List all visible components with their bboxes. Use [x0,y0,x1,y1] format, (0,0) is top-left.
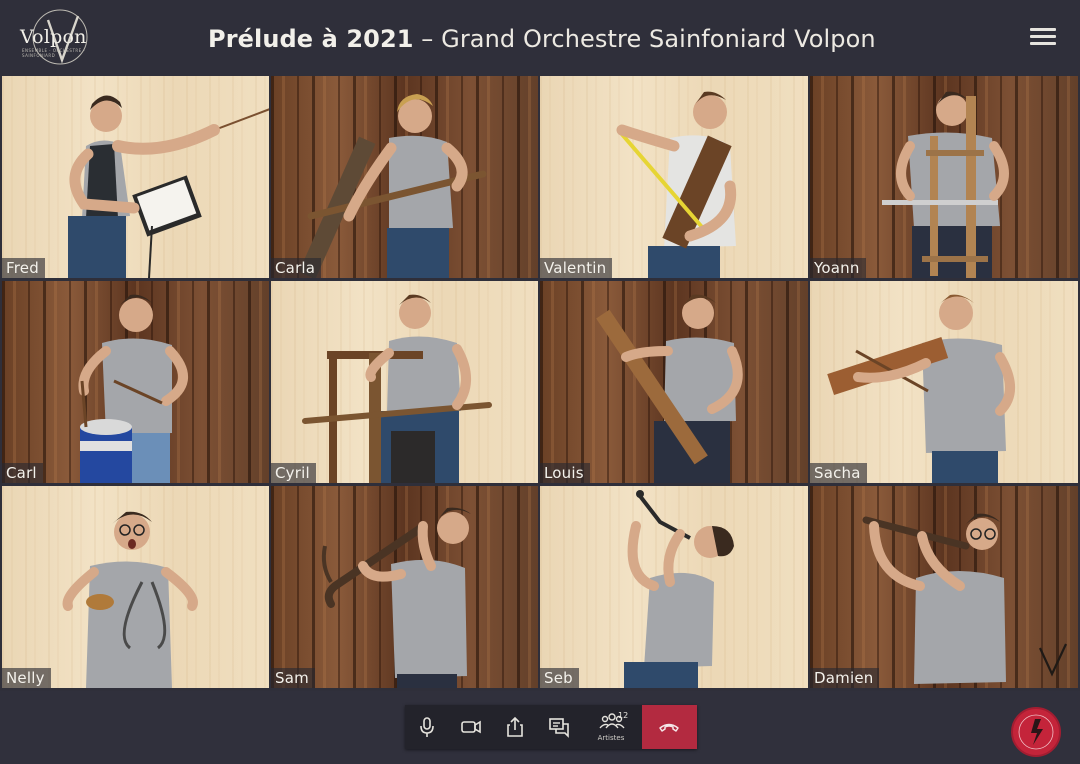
call-controls-toolbar: 12 Artistes [405,705,697,749]
participant-name-label: Louis [540,463,590,483]
participant-video-sacha [827,294,1015,483]
participant-tile-damien[interactable]: Damien [810,486,1078,688]
toggle-camera-button[interactable] [449,705,493,749]
participant-name-label: Cyril [271,463,316,483]
participant-tile-carla[interactable]: Carla [271,76,538,278]
hang-up-icon [659,723,679,732]
brand-seal-badge [1011,707,1061,757]
volpon-v-watermark-icon [1039,643,1067,677]
participant-name-label: Yoann [810,258,866,278]
participant-video-carla [298,94,487,278]
participant-tile-cyril[interactable]: Cyril [271,281,538,483]
page-title: Prélude à 2021 – Grand Orchestre Sainfon… [208,22,876,56]
participant-name-label: Damien [810,668,880,688]
seal-emblem-icon [1018,714,1054,750]
participants-button[interactable]: 12 Artistes [587,705,637,749]
logo-subtitle: ENSEMBLE · ORCHESTRE · SAINFONIARD [22,48,86,58]
microphone-icon [420,717,434,737]
participant-name-label: Sam [271,668,315,688]
participant-tile-sacha[interactable]: Sacha [810,281,1078,483]
participant-video-louis [596,294,743,483]
share-icon [507,716,523,737]
participant-video-valentin [616,91,737,278]
participant-name-label: Carl [2,463,43,483]
chat-icon [549,718,569,738]
participants-count-badge: 12 [618,711,629,720]
header-bar: Volpon ENSEMBLE · ORCHESTRE · SAINFONIAR… [0,0,1080,74]
participant-grid: Fred Carla Valentin Yoann Carl Cyril Lou… [0,74,1080,691]
participants-label: Artistes [597,734,625,742]
participant-tile-fred[interactable]: Fred [2,76,269,278]
participant-name-label: Carla [271,258,322,278]
logo-text: Volpon [20,26,87,48]
participant-tile-nelly[interactable]: Nelly [2,486,269,688]
hamburger-menu-button[interactable] [1030,25,1058,51]
participant-name-label: Seb [540,668,579,688]
participant-video-fred [68,95,269,278]
title-subtitle: – Grand Orchestre Sainfoniard Volpon [413,25,876,53]
participant-name-label: Sacha [810,463,867,483]
participant-video-yoann [882,91,1009,278]
hang-up-button[interactable] [642,705,697,749]
participant-video-cyril [302,294,492,483]
participant-tile-carl[interactable]: Carl [2,281,269,483]
participant-name-label: Valentin [540,258,613,278]
title-main: Prélude à 2021 [208,25,414,53]
video-conference-app: Volpon ENSEMBLE · ORCHESTRE · SAINFONIAR… [0,0,1080,764]
participant-tile-louis[interactable]: Louis [540,281,808,483]
participant-video-nelly [62,511,198,688]
share-screen-button[interactable] [493,705,537,749]
participant-video-carl [78,294,189,483]
participant-video-seb [624,490,734,688]
participant-tile-valentin[interactable]: Valentin [540,76,808,278]
brand-logo: Volpon ENSEMBLE · ORCHESTRE · SAINFONIAR… [14,8,114,66]
participant-tile-sam[interactable]: Sam [271,486,538,688]
participant-name-label: Fred [2,258,45,278]
participant-tile-yoann[interactable]: Yoann [810,76,1078,278]
mute-microphone-button[interactable] [405,705,449,749]
participant-name-label: Nelly [2,668,51,688]
participant-tile-seb[interactable]: Seb [540,486,808,688]
camera-icon [461,720,481,734]
hamburger-menu-icon [1030,28,1058,45]
participant-video-sam [321,507,471,688]
open-chat-button[interactable] [537,705,581,749]
